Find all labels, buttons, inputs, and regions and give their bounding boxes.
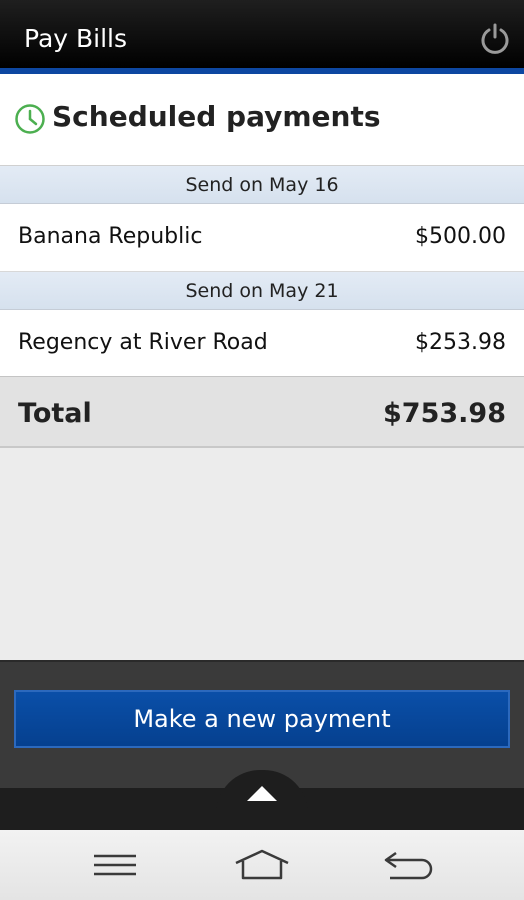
back-icon[interactable]: [382, 848, 436, 886]
total-amount: $753.98: [383, 398, 506, 429]
clock-icon: [14, 103, 46, 135]
total-row: Total $753.98: [0, 376, 524, 448]
power-icon[interactable]: [478, 22, 512, 56]
section-header: Scheduled payments: [0, 74, 524, 166]
send-date-header: Send on May 16: [0, 166, 524, 204]
menu-icon[interactable]: [92, 848, 138, 886]
total-label: Total: [18, 398, 92, 429]
app-bar: Pay Bills: [0, 0, 524, 68]
chevron-up-icon: [247, 786, 277, 801]
payment-amount: $500.00: [415, 224, 506, 249]
payee-name: Regency at River Road: [18, 330, 268, 355]
make-new-payment-button[interactable]: Make a new payment: [14, 690, 510, 748]
home-icon[interactable]: [234, 848, 290, 886]
payment-amount: $253.98: [415, 330, 506, 355]
page-title: Scheduled payments: [52, 100, 381, 133]
system-nav-bar: [0, 830, 524, 900]
payment-row[interactable]: Regency at River Road $253.98: [0, 310, 524, 378]
payment-row[interactable]: Banana Republic $500.00: [0, 204, 524, 272]
app-title: Pay Bills: [24, 24, 128, 53]
payee-name: Banana Republic: [18, 224, 203, 249]
send-date-header: Send on May 21: [0, 272, 524, 310]
